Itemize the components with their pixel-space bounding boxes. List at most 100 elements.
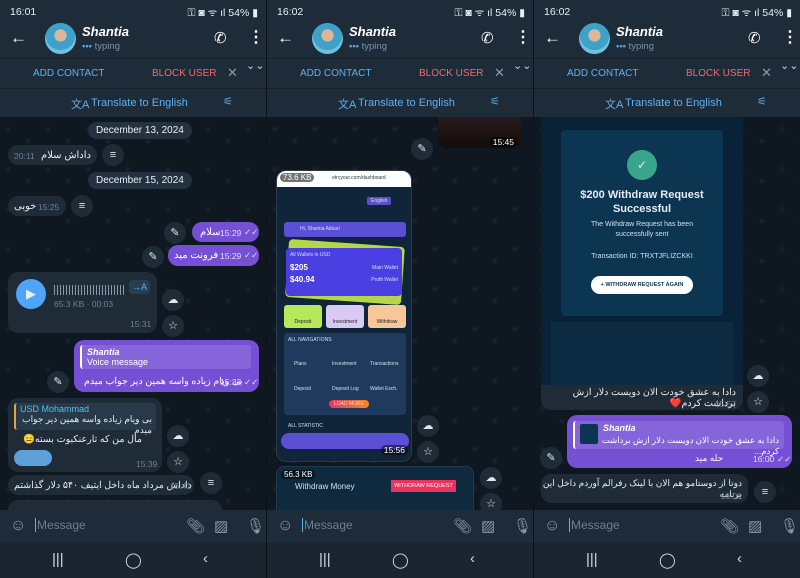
pencil-icon[interactable]: ✎ — [164, 222, 186, 244]
star-icon[interactable]: ☆ — [417, 441, 439, 463]
back-arrow-icon[interactable]: ← — [10, 28, 27, 48]
outgoing-reply-message[interactable]: Shantia Voice message بی ویام زیاده واسه… — [74, 340, 259, 392]
voice-message[interactable]: ▶ →A 65.3 KB · 00:03 15:31 — [8, 272, 157, 333]
microphone-icon[interactable]: 🎙︎ — [780, 517, 799, 535]
pencil-icon[interactable]: ✎ — [142, 246, 164, 268]
message-input[interactable]: Message — [569, 518, 709, 532]
phone-icon[interactable]: ✆ — [481, 29, 494, 47]
chat-area[interactable]: 15:45 ✎ 73.6 KB etrcyour.com/dashboard E… — [267, 117, 533, 516]
attach-icon[interactable]: 📎︎ — [453, 517, 472, 535]
translate-settings-icon[interactable]: ⚟ — [223, 95, 233, 108]
phone-icon[interactable]: ✆ — [748, 29, 761, 47]
incoming-reply-message[interactable]: USD Mohammad بی ویام زیاده واسه همین دیر… — [8, 398, 162, 472]
menu-icon[interactable]: ≡ — [754, 481, 776, 503]
home-icon[interactable]: ◯ — [125, 551, 142, 569]
pencil-icon[interactable]: ✎ — [540, 447, 562, 469]
avatar[interactable] — [312, 23, 343, 54]
cloud-icon[interactable]: ☁ — [417, 415, 439, 437]
cloud-icon[interactable]: ☁ — [167, 425, 189, 447]
emoji-icon[interactable]: ☺ — [10, 517, 26, 535]
image-caption-message[interactable]: ✓ $200 Withdraw Request Successful The W… — [541, 117, 743, 410]
close-icon[interactable]: ✕ — [494, 65, 505, 81]
cloud-icon[interactable]: ☁ — [747, 365, 769, 387]
back-arrow-icon[interactable]: ← — [544, 28, 561, 48]
translate-bar[interactable]: 文A Translate to English ⚟ — [0, 88, 266, 117]
avatar[interactable] — [45, 23, 76, 54]
outgoing-reply-message[interactable]: Shantia دادا به عشق خودت الان دویست دلار… — [567, 415, 792, 468]
recent-apps-icon[interactable]: ||| — [52, 551, 64, 568]
back-nav-icon[interactable]: ‹ — [203, 550, 208, 567]
withdraw-image-message[interactable]: 56.3 KB Withdraw Money WITHDRAW REQUEST — [276, 466, 474, 516]
add-contact-button[interactable]: ADD CONTACT — [33, 68, 104, 79]
sticker-reactions[interactable] — [14, 450, 52, 466]
sticker-icon[interactable]: ▨ — [748, 517, 762, 535]
transcribe-button[interactable]: →A — [129, 280, 151, 294]
emoji-icon[interactable]: ☺ — [277, 517, 293, 535]
recent-apps-icon[interactable]: ||| — [586, 551, 598, 568]
close-icon[interactable]: ✕ — [761, 65, 772, 81]
sticker-icon[interactable]: ▨ — [214, 517, 228, 535]
star-icon[interactable]: ☆ — [162, 315, 184, 337]
star-icon[interactable]: ☆ — [747, 391, 769, 413]
translate-label[interactable]: Translate to English — [625, 97, 722, 109]
incoming-message[interactable]: دوتا از دوستامو هم الان با لینک رفرالم آ… — [541, 474, 748, 503]
reply-quote[interactable]: Shantia Voice message — [80, 345, 251, 369]
reply-quote[interactable]: USD Mohammad بی ویام زیاده واسه همین دیر… — [14, 403, 156, 435]
home-icon[interactable]: ◯ — [659, 551, 676, 569]
attach-icon[interactable]: 📎︎ — [720, 517, 739, 535]
more-options-icon[interactable]: ⋮ — [248, 27, 264, 47]
screenshot-image-message[interactable]: 73.6 KB etrcyour.com/dashboard English H… — [276, 170, 412, 462]
close-icon[interactable]: ✕ — [227, 65, 238, 81]
microphone-icon[interactable]: 🎙︎ — [246, 517, 265, 535]
outgoing-message[interactable]: سلام 15:29 ✓✓ — [192, 222, 259, 242]
back-arrow-icon[interactable]: ← — [277, 28, 294, 48]
translate-settings-icon[interactable]: ⚟ — [490, 95, 500, 108]
message-input[interactable]: Message — [302, 518, 442, 532]
menu-icon[interactable]: ≡ — [102, 144, 124, 166]
message-input[interactable]: Message — [35, 518, 175, 532]
more-options-icon[interactable]: ⋮ — [782, 27, 798, 47]
incoming-message[interactable]: 20:11 داداش سلام — [8, 145, 97, 165]
chevron-double-down-icon[interactable]: ⌄⌄ — [780, 59, 798, 72]
pencil-icon[interactable]: ✎ — [47, 371, 69, 393]
attach-icon[interactable]: 📎︎ — [186, 517, 205, 535]
menu-icon[interactable]: ≡ — [200, 472, 222, 494]
block-user-button[interactable]: BLOCK USER — [419, 68, 483, 79]
translate-bar[interactable]: 文A Translate to English ⚟ — [534, 88, 800, 117]
chevron-double-down-icon[interactable]: ⌄⌄ — [513, 59, 531, 72]
more-options-icon[interactable]: ⋮ — [515, 27, 531, 47]
block-user-button[interactable]: BLOCK USER — [152, 68, 216, 79]
star-icon[interactable]: ☆ — [167, 451, 189, 473]
translate-label[interactable]: Translate to English — [358, 97, 455, 109]
back-nav-icon[interactable]: ‹ — [737, 550, 742, 567]
chat-area[interactable]: December 13, 2024 20:11 داداش سلام ≡ Dec… — [0, 117, 266, 520]
contact-name[interactable]: Shantia — [82, 24, 129, 39]
microphone-icon[interactable]: 🎙︎ — [513, 517, 532, 535]
sticker-icon[interactable]: ▨ — [481, 517, 495, 535]
translate-settings-icon[interactable]: ⚟ — [757, 95, 767, 108]
contact-name[interactable]: Shantia — [616, 24, 663, 39]
chevron-double-down-icon[interactable]: ⌄⌄ — [246, 59, 264, 72]
cloud-icon[interactable]: ☁ — [480, 467, 502, 489]
play-icon[interactable]: ▶ — [16, 279, 46, 309]
incoming-message[interactable]: داداش مرداد ماه داخل ایتیف ۵۴۰ دلار گذاش… — [8, 475, 194, 495]
phone-icon[interactable]: ✆ — [214, 29, 227, 47]
add-contact-button[interactable]: ADD CONTACT — [300, 68, 371, 79]
incoming-message[interactable]: 15:25 خوبی — [8, 196, 66, 216]
outgoing-message[interactable]: فرونت مید 15:29 ✓✓ — [168, 245, 259, 266]
add-contact-button[interactable]: ADD CONTACT — [567, 68, 638, 79]
contact-name[interactable]: Shantia — [349, 24, 396, 39]
emoji-icon[interactable]: ☺ — [544, 517, 560, 535]
pencil-icon[interactable]: ✎ — [411, 138, 433, 160]
home-icon[interactable]: ◯ — [392, 551, 409, 569]
translate-bar[interactable]: 文A Translate to English ⚟ — [267, 88, 533, 117]
image-message[interactable]: 15:45 — [438, 117, 521, 148]
menu-icon[interactable]: ≡ — [71, 195, 93, 217]
translate-label[interactable]: Translate to English — [91, 97, 188, 109]
cloud-icon[interactable]: ☁ — [162, 289, 184, 311]
block-user-button[interactable]: BLOCK USER — [686, 68, 750, 79]
recent-apps-icon[interactable]: ||| — [319, 551, 331, 568]
back-nav-icon[interactable]: ‹ — [470, 550, 475, 567]
reply-quote[interactable]: Shantia دادا به عشق خودت الان دویست دلار… — [573, 421, 784, 456]
avatar[interactable] — [579, 23, 610, 54]
